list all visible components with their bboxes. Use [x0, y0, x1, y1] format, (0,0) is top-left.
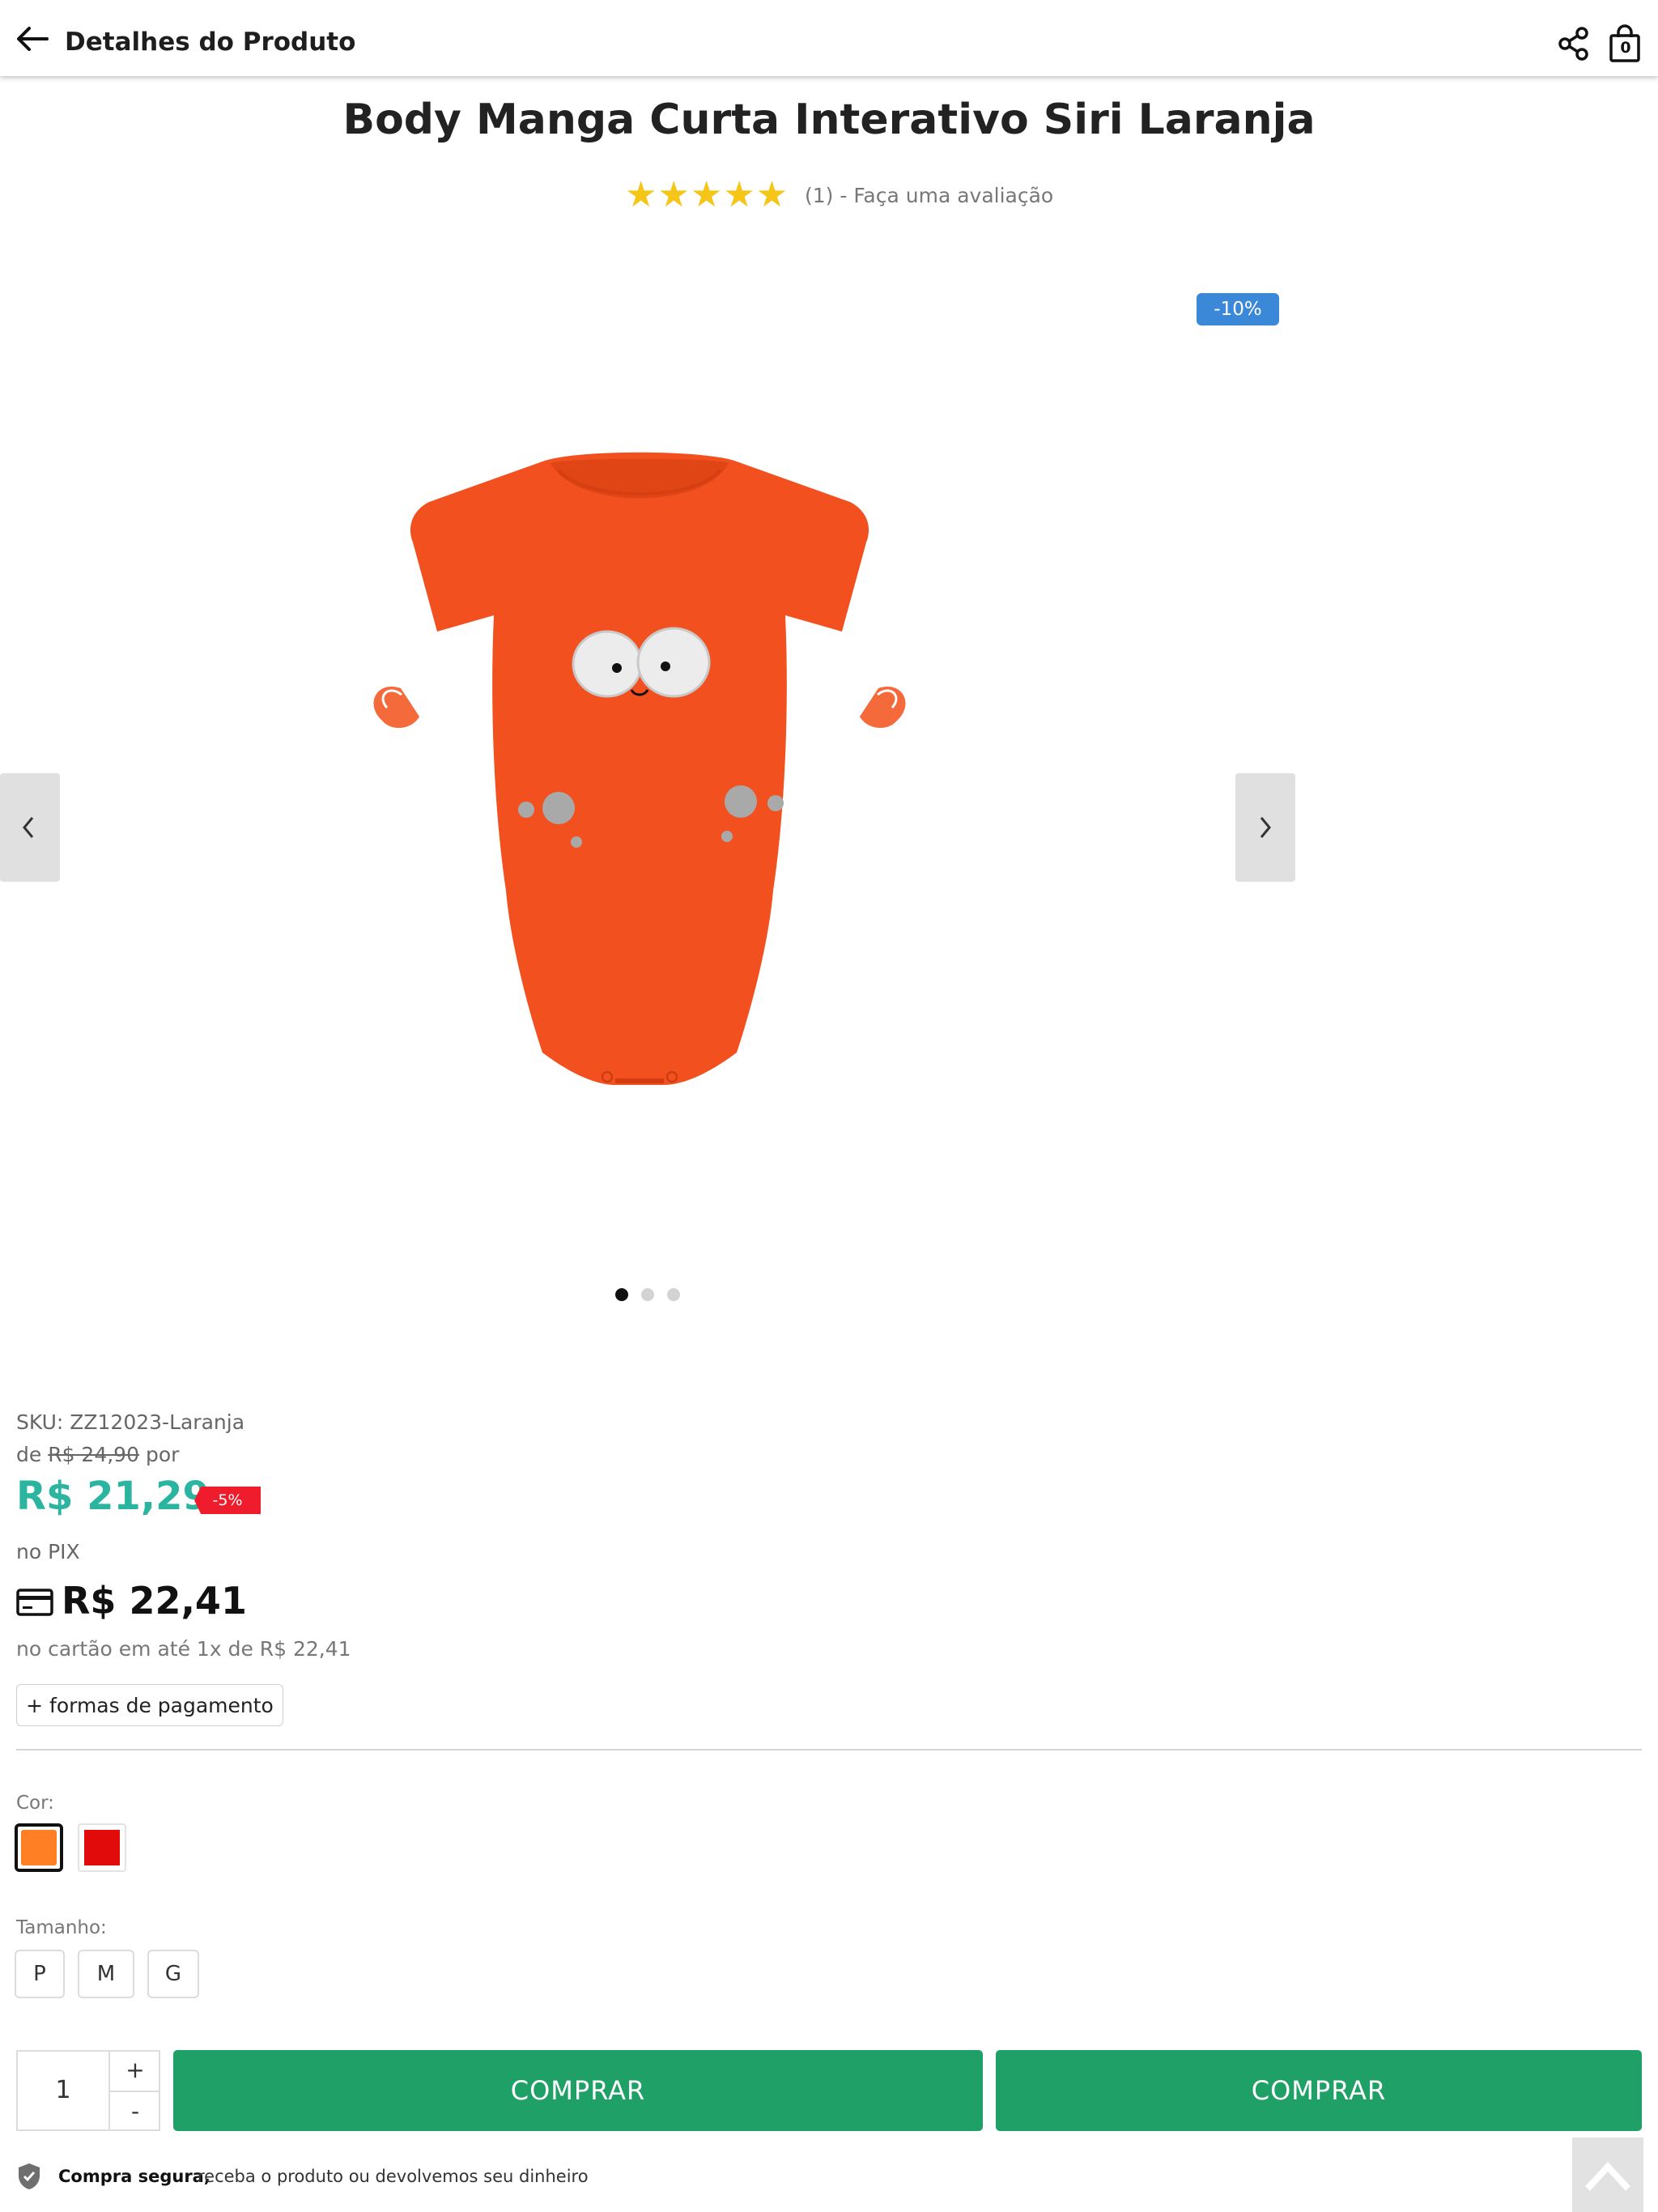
- sku-text: SKU: ZZ12023-Laranja: [16, 1410, 245, 1434]
- quantity-decrease-button[interactable]: -: [110, 2091, 160, 2131]
- rating-stars: ★★★★★: [625, 174, 789, 215]
- old-price-suffix: por: [145, 1443, 180, 1466]
- gallery-prev-button[interactable]: [0, 773, 60, 882]
- review-link[interactable]: (1) - Faça uma avaliação: [805, 184, 1053, 207]
- share-icon[interactable]: [1558, 27, 1590, 61]
- size-option-m[interactable]: M: [78, 1950, 134, 1998]
- arrow-left-icon[interactable]: [15, 24, 50, 53]
- gallery-dot-2[interactable]: [641, 1288, 654, 1301]
- color-swatch-orange[interactable]: [15, 1823, 63, 1872]
- size-option-p[interactable]: P: [15, 1950, 65, 1998]
- divider: [16, 1749, 1642, 1750]
- gallery-next-button[interactable]: [1235, 773, 1295, 882]
- product-image[interactable]: [332, 437, 947, 1166]
- installment-text: no cartão em até 1x de R$ 22,41: [16, 1637, 351, 1661]
- scroll-to-top-button[interactable]: [1572, 2138, 1643, 2212]
- pix-label: no PIX: [16, 1540, 80, 1563]
- buy-button-secondary[interactable]: COMPRAR: [996, 2050, 1642, 2131]
- shield-check-icon: [19, 2163, 40, 2189]
- secure-purchase-title: Compra segura,: [58, 2167, 210, 2186]
- gallery-dot-3[interactable]: [667, 1288, 680, 1301]
- color-label: Cor:: [16, 1793, 54, 1814]
- pix-discount-badge: -5%: [194, 1487, 261, 1514]
- old-price-line: de R$ 24,90 por: [16, 1443, 179, 1466]
- size-option-g[interactable]: G: [147, 1950, 199, 1998]
- card-price: R$ 22,41: [62, 1579, 247, 1623]
- payment-options-button[interactable]: + formas de pagamento: [16, 1684, 283, 1726]
- color-swatch-red[interactable]: [78, 1823, 126, 1872]
- old-price: R$ 24,90: [48, 1443, 139, 1466]
- pix-price: R$ 21,29: [16, 1474, 210, 1519]
- old-price-prefix: de: [16, 1443, 42, 1466]
- page-title: Detalhes do Produto: [65, 28, 356, 57]
- buy-button[interactable]: COMPRAR: [173, 2050, 983, 2131]
- gallery-dot-1[interactable]: [615, 1288, 628, 1301]
- chevron-up-icon: [1585, 2162, 1630, 2191]
- product-title: Body Manga Curta Interativo Siri Laranja: [342, 96, 1316, 144]
- size-label: Tamanho:: [16, 1917, 107, 1938]
- top-app-bar: Detalhes do Produto 0: [0, 0, 1658, 76]
- quantity-increase-button[interactable]: +: [110, 2050, 160, 2091]
- quantity-input[interactable]: 1: [16, 2050, 110, 2131]
- credit-card-icon: [16, 1589, 53, 1616]
- cart-count-badge: 0: [1620, 39, 1631, 57]
- chevron-left-icon: [23, 817, 34, 838]
- chevron-right-icon: [1260, 817, 1271, 838]
- secure-purchase-text: receba o produto ou devolvemos seu dinhe…: [198, 2167, 589, 2186]
- discount-badge: -10%: [1197, 293, 1279, 325]
